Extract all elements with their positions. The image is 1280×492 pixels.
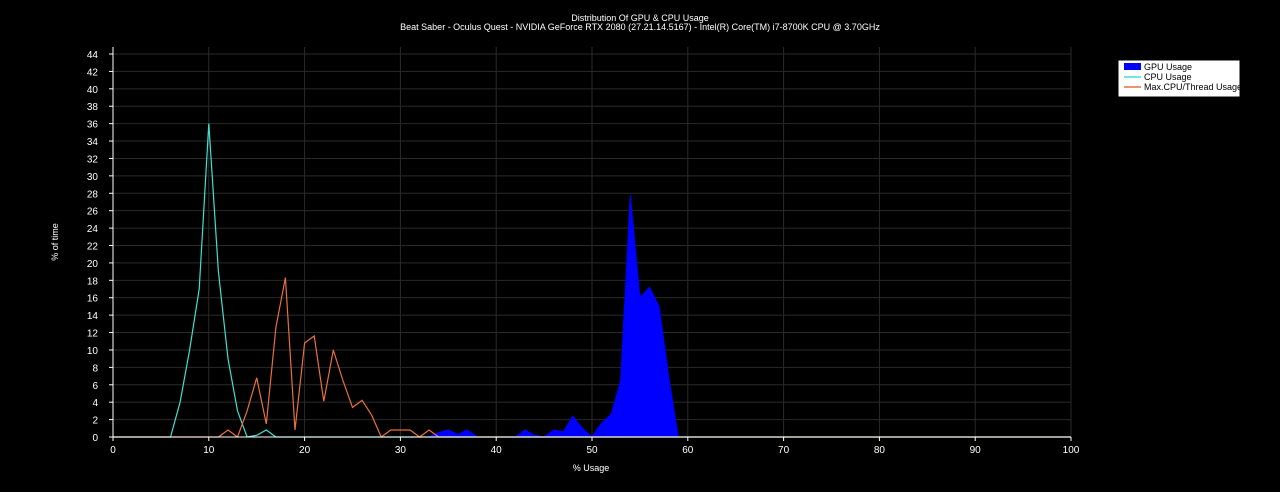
chart: Distribution Of GPU & CPU Usage Beat Sab… <box>50 13 1242 473</box>
legend-swatch-gpu-usage <box>1124 63 1141 70</box>
x-tick-label: 100 <box>1063 445 1080 456</box>
x-tick-label: 40 <box>491 445 503 456</box>
y-tick-label: 0 <box>92 433 98 444</box>
legend-label-cpu-usage: CPU Usage <box>1144 72 1192 82</box>
x-tick-label: 20 <box>299 445 311 456</box>
y-tick-label: 16 <box>87 294 99 305</box>
y-tick-label: 34 <box>87 137 99 148</box>
x-axis-label: % Usage <box>573 463 610 473</box>
y-tick-label: 32 <box>87 154 99 165</box>
x-tick-label: 30 <box>395 445 407 456</box>
chart-subtitle: Beat Saber - Oculus Quest - NVIDIA GeFor… <box>400 22 880 32</box>
y-tick-label: 24 <box>87 224 99 235</box>
y-tick-label: 40 <box>87 85 99 96</box>
y-tick-label: 4 <box>92 398 98 409</box>
x-tick-label: 70 <box>778 445 790 456</box>
y-axis-label: % of time <box>50 223 60 261</box>
y-tick-label: 26 <box>87 207 99 218</box>
y-tick-label: 38 <box>87 102 99 113</box>
y-tick-label: 12 <box>87 329 99 340</box>
y-tick-label: 36 <box>87 120 99 131</box>
y-tick-label: 20 <box>87 259 99 270</box>
x-tick-label: 90 <box>970 445 982 456</box>
y-tick-label: 22 <box>87 242 99 253</box>
y-tick-label: 14 <box>87 311 99 322</box>
legend-label-max-cpu-thread-usage: Max.CPU/Thread Usage <box>1144 82 1242 92</box>
x-tick-label: 0 <box>110 445 116 456</box>
y-tick-label: 42 <box>87 67 99 78</box>
y-tick-label: 10 <box>87 346 99 357</box>
legend: GPU UsageCPU UsageMax.CPU/Thread Usage <box>1117 59 1242 98</box>
legend-label-gpu-usage: GPU Usage <box>1144 62 1192 72</box>
y-tick-label: 8 <box>92 363 98 374</box>
x-tick-label: 50 <box>586 445 598 456</box>
x-tick-label: 10 <box>203 445 215 456</box>
x-tick-label: 80 <box>874 445 886 456</box>
y-tick-label: 18 <box>87 276 99 287</box>
x-tick-label: 60 <box>682 445 694 456</box>
y-tick-label: 2 <box>92 416 98 427</box>
tick-labels: 0246810121416182022242628303234363840424… <box>87 50 1080 456</box>
y-tick-label: 6 <box>92 381 98 392</box>
y-tick-label: 30 <box>87 172 99 183</box>
y-tick-label: 44 <box>87 50 99 61</box>
y-tick-label: 28 <box>87 189 99 200</box>
